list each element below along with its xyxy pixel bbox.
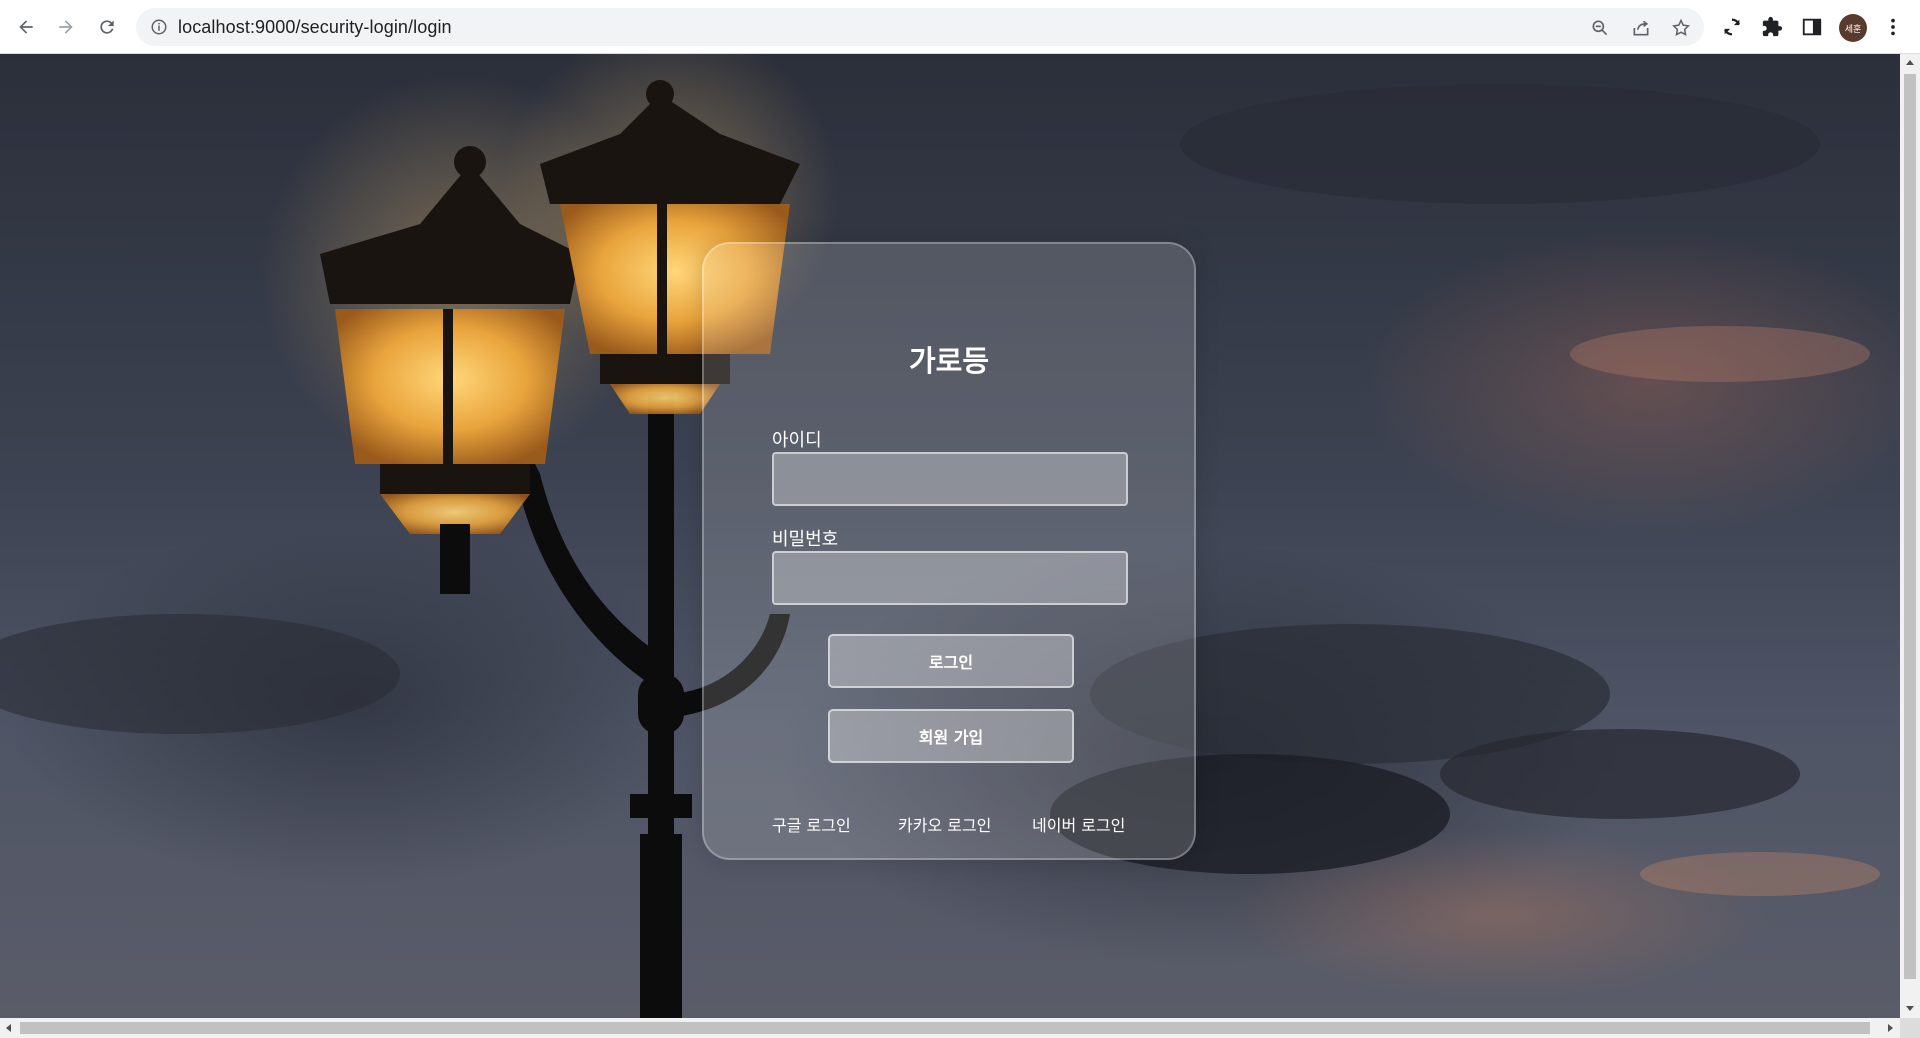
forward-arrow-icon[interactable] xyxy=(50,11,82,43)
password-input[interactable] xyxy=(772,551,1128,605)
zoom-icon[interactable] xyxy=(1589,17,1611,39)
page-title: 가로등 xyxy=(908,344,990,378)
bookmark-star-icon[interactable] xyxy=(1670,17,1692,39)
vertical-scroll-thumb[interactable] xyxy=(1904,74,1916,979)
scroll-right-icon[interactable] xyxy=(1888,1024,1893,1032)
google-login-link[interactable]: 구글 로그인 xyxy=(772,812,851,836)
info-icon[interactable] xyxy=(150,18,168,36)
vertical-scrollbar[interactable] xyxy=(1900,54,1920,1018)
horizontal-scroll-thumb[interactable] xyxy=(20,1022,1870,1034)
naver-login-link[interactable]: 네이버 로그인 xyxy=(1032,812,1125,836)
horizontal-scrollbar[interactable] xyxy=(0,1018,1900,1038)
scroll-left-icon[interactable] xyxy=(6,1024,11,1032)
url-text[interactable]: localhost:9000/security-login/login xyxy=(178,17,452,38)
password-label: 비밀번호 xyxy=(772,529,839,550)
scroll-up-icon[interactable] xyxy=(1906,60,1914,65)
profile-avatar[interactable]: 세훈 xyxy=(1839,14,1867,42)
address-bar[interactable]: localhost:9000/security-login/login xyxy=(136,8,1704,46)
login-button[interactable]: 로그인 xyxy=(828,634,1074,688)
share-icon[interactable] xyxy=(1630,17,1652,39)
scroll-down-icon[interactable] xyxy=(1906,1006,1914,1011)
id-input[interactable] xyxy=(772,452,1128,506)
extensions-puzzle-icon[interactable] xyxy=(1760,15,1784,39)
id-label: 아이디 xyxy=(772,430,822,451)
sync-icon[interactable] xyxy=(1720,15,1744,39)
reload-icon[interactable] xyxy=(91,11,123,43)
more-vert-icon[interactable] xyxy=(1881,15,1905,39)
browser-toolbar: localhost:9000/security-login/login 세훈 xyxy=(0,0,1920,54)
scrollbar-corner xyxy=(1900,1018,1920,1038)
page-background: 가로등 아이디 비밀번호 로그인 회원 가입 구글 로그인 카카오 로그인 네이… xyxy=(0,54,1900,1018)
side-panel-icon[interactable] xyxy=(1800,15,1824,39)
login-card: 가로등 아이디 비밀번호 로그인 회원 가입 구글 로그인 카카오 로그인 네이… xyxy=(702,242,1196,860)
signup-button[interactable]: 회원 가입 xyxy=(828,709,1074,763)
back-arrow-icon[interactable] xyxy=(10,11,42,43)
kakao-login-link[interactable]: 카카오 로그인 xyxy=(898,812,991,836)
